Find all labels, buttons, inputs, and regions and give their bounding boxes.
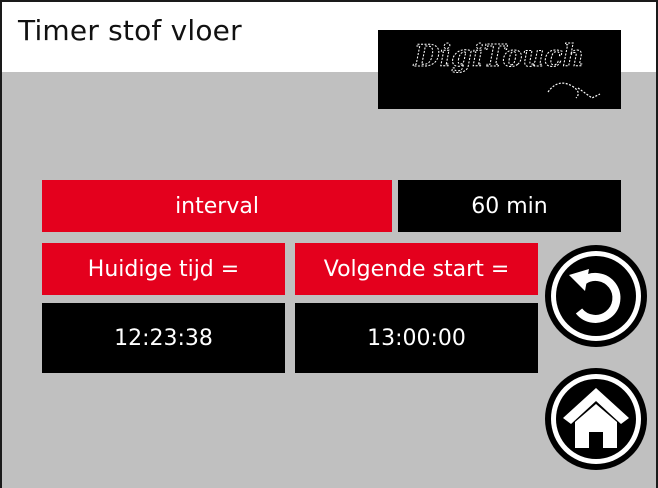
- current-time-value: 12:23:38: [114, 325, 213, 351]
- next-start-display[interactable]: 13:00:00: [295, 303, 538, 373]
- back-button[interactable]: [545, 245, 647, 347]
- current-time-display: 12:23:38: [42, 303, 285, 373]
- interval-value-field[interactable]: 60 min: [398, 180, 621, 232]
- interval-label-button[interactable]: interval: [42, 180, 392, 232]
- page-title: Timer stof vloer: [18, 14, 242, 47]
- next-start-label-text: Volgende start =: [323, 256, 510, 282]
- refresh-back-icon: [551, 251, 641, 341]
- next-start-value: 13:00:00: [367, 325, 466, 351]
- logo-text: DigiTouch: [413, 39, 585, 74]
- interval-label: interval: [175, 193, 259, 219]
- home-button[interactable]: [545, 368, 647, 470]
- current-time-label: Huidige tijd =: [42, 243, 285, 295]
- digitouch-logo: DigiTouch: [378, 30, 621, 109]
- current-time-label-text: Huidige tijd =: [87, 256, 240, 282]
- next-start-label: Volgende start =: [295, 243, 538, 295]
- home-icon: [551, 374, 641, 464]
- screen-frame: Timer stof vloer DigiTouch interval 60 m…: [0, 0, 658, 488]
- interval-value: 60 min: [471, 193, 548, 219]
